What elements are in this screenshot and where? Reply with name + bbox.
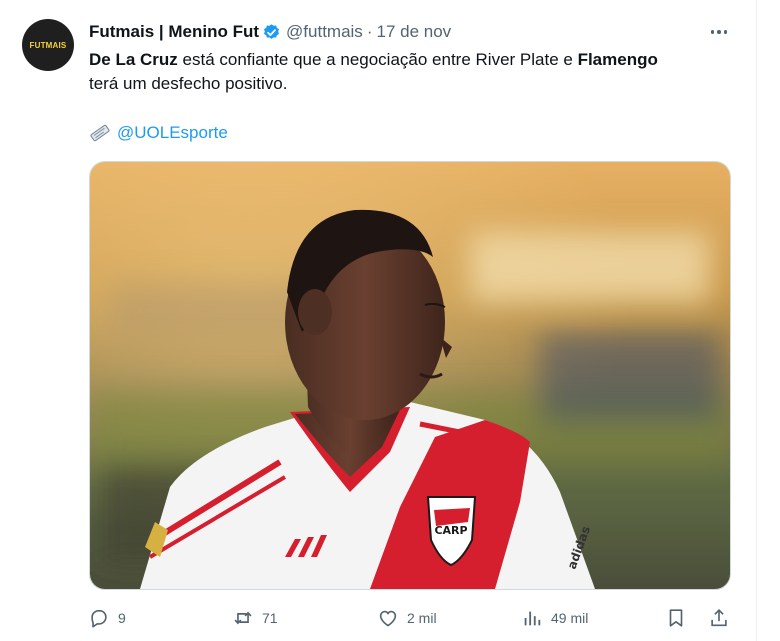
tweet-media-photo[interactable]: CARP adidas	[89, 161, 731, 590]
tweet-text-body: está confiante que a negociação entre Ri…	[177, 50, 578, 69]
tweet-text-club: Flamengo	[577, 50, 658, 69]
source-mention-link[interactable]: @UOLEsporte	[117, 123, 228, 143]
reply-count: 9	[118, 610, 126, 626]
tweet-source: @UOLEsporte	[89, 121, 228, 145]
like-count: 2 mil	[407, 610, 437, 626]
verified-badge-icon[interactable]	[262, 23, 281, 42]
retweet-count: 71	[262, 610, 278, 626]
reply-button[interactable]: 9	[88, 600, 126, 636]
analytics-icon	[524, 611, 541, 626]
views-button[interactable]: 49 mil	[521, 600, 588, 636]
display-name[interactable]: Futmais | Menino Fut	[89, 22, 259, 42]
timestamp[interactable]: 17 de nov	[376, 22, 451, 42]
avatar[interactable]: FUTMAIS	[22, 19, 74, 71]
retweet-icon	[234, 611, 252, 625]
tweet-text-end: terá um desfecho positivo.	[89, 74, 288, 93]
newspaper-icon	[90, 124, 110, 142]
separator-dot: ·	[366, 22, 373, 41]
reply-icon	[91, 609, 107, 628]
like-button[interactable]: 2 mil	[377, 600, 437, 636]
player-photo: CARP adidas	[90, 162, 730, 589]
share-button[interactable]	[708, 600, 730, 636]
crest-text: CARP	[434, 524, 467, 537]
tweet-text: De La Cruz está confiante que a negociaç…	[89, 48, 739, 96]
avatar-text: FUTMAIS	[29, 40, 67, 50]
handle[interactable]: @futtmais	[286, 22, 363, 42]
retweet-button[interactable]: 71	[232, 600, 278, 636]
tweet-card[interactable]: FUTMAIS Futmais | Menino Fut @futtmais ·…	[0, 0, 757, 641]
share-icon	[711, 609, 727, 627]
views-count: 49 mil	[551, 610, 589, 626]
bookmark-icon	[669, 609, 683, 627]
action-bar: 9 71 2 mil 49 mil	[0, 600, 757, 636]
tweet-header: Futmais | Menino Fut @futtmais · 17 de n…	[89, 20, 451, 44]
heart-icon	[379, 610, 397, 627]
tweet-text-player: De La Cruz	[89, 50, 178, 69]
more-icon[interactable]	[705, 22, 733, 42]
bookmark-button[interactable]	[665, 600, 687, 636]
